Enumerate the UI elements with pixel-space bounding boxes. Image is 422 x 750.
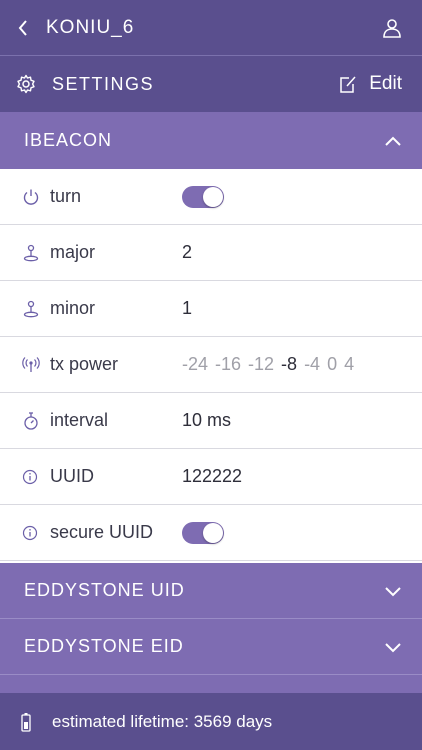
toggle-knob xyxy=(203,186,223,207)
tx-option[interactable]: -24 xyxy=(182,354,208,375)
back-button[interactable] xyxy=(0,0,46,55)
battery-icon xyxy=(21,712,31,732)
secure-uuid-row: secure UUID xyxy=(0,505,422,561)
tx-option[interactable]: 0 xyxy=(327,354,337,375)
tx-option[interactable]: -16 xyxy=(215,354,241,375)
minor-label: minor xyxy=(50,298,96,318)
turn-row: turn xyxy=(0,169,422,225)
lifetime-footer: estimated lifetime: 3569 days xyxy=(0,693,422,750)
settings-bar: SETTINGS Edit xyxy=(0,55,422,112)
lifetime-text: estimated lifetime: 3569 days xyxy=(52,711,273,731)
chevron-down-icon xyxy=(385,586,401,596)
tx-option[interactable]: -4 xyxy=(304,354,320,375)
edit-label: Edit xyxy=(369,73,402,94)
uuid-row: UUID 122222 xyxy=(0,449,422,505)
pin-icon xyxy=(23,244,39,261)
tx-power-row: tx power -24 -16 -12 -8 -4 0 4 xyxy=(0,337,422,393)
collapse-button[interactable] xyxy=(364,135,422,147)
turn-toggle[interactable] xyxy=(182,185,224,208)
eddystone-uid-section-header[interactable]: EDDYSTONE UID xyxy=(0,563,422,619)
uuid-label: UUID xyxy=(50,466,94,486)
interval-row: interval 10 ms xyxy=(0,393,422,449)
interval-label: interval xyxy=(50,410,109,430)
info-icon xyxy=(22,469,38,484)
pin-icon xyxy=(23,300,39,317)
gear-icon xyxy=(17,74,35,94)
tx-power-selector: -24 -16 -12 -8 -4 0 4 xyxy=(182,354,354,375)
chevron-up-icon xyxy=(385,136,401,146)
major-label: major xyxy=(50,242,96,262)
tx-option[interactable]: -12 xyxy=(248,354,274,375)
interval-value[interactable]: 10 ms xyxy=(182,410,231,431)
turn-label: turn xyxy=(50,186,82,206)
minor-row: minor 1 xyxy=(0,281,422,337)
power-icon xyxy=(23,189,39,205)
edit-icon xyxy=(340,76,356,93)
chevron-down-icon xyxy=(385,642,401,652)
major-value[interactable]: 2 xyxy=(182,242,192,263)
edit-button[interactable]: Edit xyxy=(339,73,422,95)
minor-value[interactable]: 1 xyxy=(182,298,192,319)
ibeacon-settings-list: turn major 2 minor 1 tx power -24 -16 -1… xyxy=(0,169,422,561)
major-row: major 2 xyxy=(0,225,422,281)
stopwatch-icon xyxy=(24,411,38,430)
antenna-icon xyxy=(22,356,40,372)
device-title: KONIU_6 xyxy=(46,16,135,38)
user-icon xyxy=(383,18,401,38)
chevron-left-icon xyxy=(18,19,27,36)
top-bar: KONIU_6 xyxy=(0,0,422,55)
tx-option[interactable]: 4 xyxy=(344,354,354,375)
toggle-knob xyxy=(203,522,223,543)
eddystone-eid-section-header[interactable]: EDDYSTONE EID xyxy=(0,619,422,675)
ibeacon-title: IBEACON xyxy=(24,130,113,150)
secure-uuid-label: secure UUID xyxy=(50,522,154,542)
tx-option-selected[interactable]: -8 xyxy=(281,354,297,375)
ibeacon-section-header[interactable]: IBEACON xyxy=(0,112,422,169)
tx-power-label: tx power xyxy=(50,354,119,374)
eddystone-eid-title: EDDYSTONE EID xyxy=(24,636,184,656)
next-section-edge xyxy=(0,675,422,693)
expand-button[interactable] xyxy=(364,641,422,653)
eddystone-uid-title: EDDYSTONE UID xyxy=(24,580,185,600)
expand-button[interactable] xyxy=(364,585,422,597)
user-button[interactable] xyxy=(362,0,422,55)
settings-button[interactable] xyxy=(0,56,52,113)
uuid-value[interactable]: 122222 xyxy=(182,466,242,487)
settings-label: SETTINGS xyxy=(52,73,155,94)
secure-uuid-toggle[interactable] xyxy=(182,521,224,544)
info-icon xyxy=(22,525,38,540)
